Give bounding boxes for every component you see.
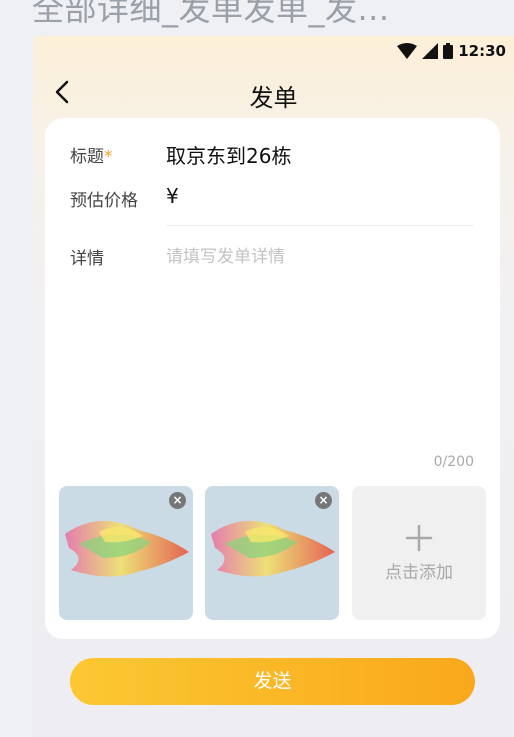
- title-input[interactable]: 取京东到26栋: [166, 140, 291, 169]
- status-bar: 12:30: [397, 40, 506, 62]
- detail-field-label: 详情: [70, 249, 104, 269]
- add-image-label: 点击添加: [385, 563, 453, 583]
- price-field-label: 预估价格: [70, 191, 138, 211]
- divider: [166, 225, 474, 226]
- wifi-icon: [397, 43, 418, 59]
- uploaded-image-2[interactable]: ×: [205, 486, 339, 620]
- order-form-card: 标题* 取京东到26栋 预估价格 ¥ 详情 请填写发单详情 0/200 × × …: [45, 118, 500, 639]
- required-star: *: [104, 147, 113, 167]
- page-title: 发单: [249, 84, 298, 112]
- uploaded-image-1[interactable]: ×: [59, 486, 193, 620]
- signal-icon: [422, 43, 439, 59]
- nav-bar: 发单: [33, 72, 514, 112]
- plus-icon: [405, 524, 433, 552]
- remove-image-button-2[interactable]: ×: [315, 492, 332, 509]
- remove-image-button-1[interactable]: ×: [169, 492, 186, 509]
- battery-icon: [443, 43, 454, 59]
- status-time: 12:30: [458, 42, 506, 60]
- title-field-label: 标题*: [70, 142, 113, 167]
- add-image-button[interactable]: 点击添加: [352, 486, 486, 620]
- page-heading: 全部详细_发单发单_发...: [32, 0, 390, 28]
- char-counter: 0/200: [433, 454, 474, 470]
- phone-screen: 12:30 发单 标题* 取京东到26栋 预估价格 ¥ 详情 请填写发单详情 0…: [33, 36, 514, 737]
- price-input[interactable]: ¥: [166, 184, 179, 208]
- send-button[interactable]: 发送: [70, 658, 475, 705]
- title-label-text: 标题: [70, 147, 104, 167]
- detail-textarea[interactable]: 请填写发单详情: [166, 242, 285, 267]
